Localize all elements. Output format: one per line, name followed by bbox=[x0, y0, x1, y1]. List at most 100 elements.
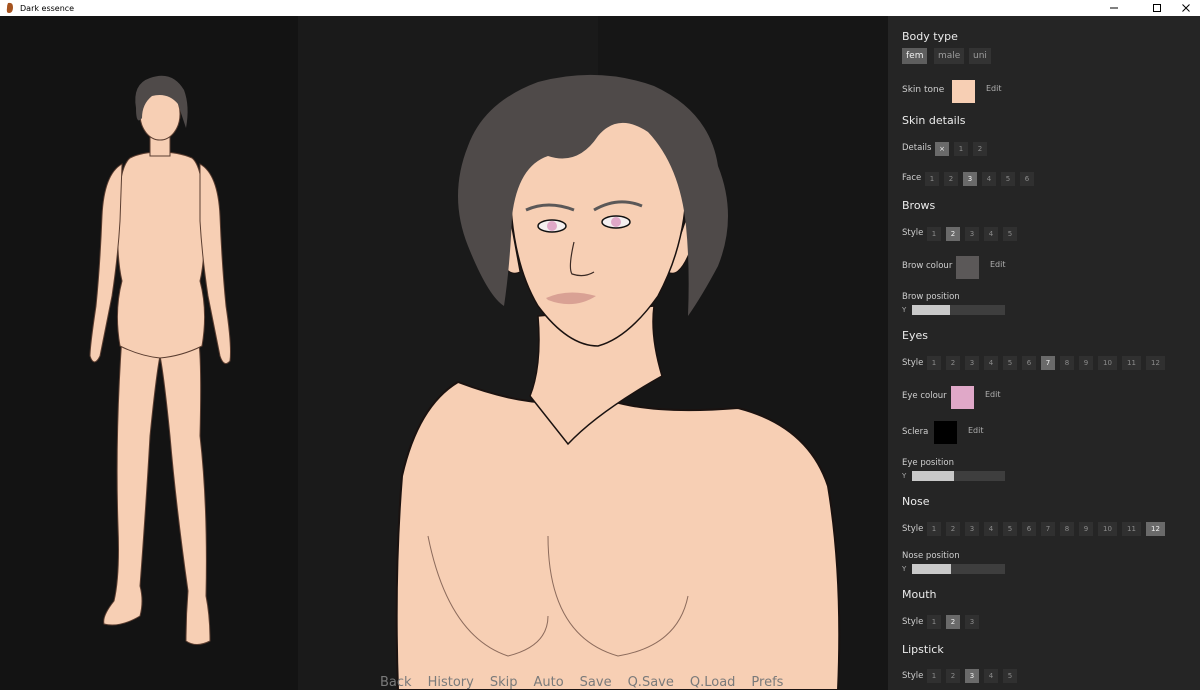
maximize-button[interactable] bbox=[1143, 0, 1171, 16]
skin-tone-swatch[interactable] bbox=[952, 80, 975, 103]
nose-style-option-8[interactable]: 8 bbox=[1060, 522, 1074, 536]
skin-tone-label: Skin tone bbox=[902, 85, 945, 95]
details-option-3[interactable]: 2 bbox=[973, 142, 987, 156]
brow-colour-label: Brow colour bbox=[902, 261, 953, 271]
lipstick-style-option-3[interactable]: 3 bbox=[965, 669, 979, 683]
sclera-swatch[interactable] bbox=[934, 421, 957, 444]
quick-menu-qload[interactable]: Q.Load bbox=[690, 676, 736, 690]
eye-position-slider[interactable] bbox=[912, 471, 1005, 481]
eyes-style-option-9[interactable]: 9 bbox=[1079, 356, 1093, 370]
lipstick-style-option-2[interactable]: 2 bbox=[946, 669, 960, 683]
eye-position-label: Eye position bbox=[902, 458, 955, 468]
face-option-5[interactable]: 5 bbox=[1001, 172, 1015, 186]
face-option-2[interactable]: 2 bbox=[944, 172, 958, 186]
game-screen: Back History Skip Auto Save Q.Save Q.Loa… bbox=[0, 16, 1200, 690]
face-option-6[interactable]: 6 bbox=[1020, 172, 1034, 186]
brow-colour-edit-button[interactable]: Edit bbox=[990, 260, 1006, 269]
brow-position-slider[interactable] bbox=[912, 305, 1005, 315]
eyes-style-option-8[interactable]: 8 bbox=[1060, 356, 1074, 370]
skin-details-heading: Skin details bbox=[902, 114, 966, 127]
mouth-style-option-1[interactable]: 1 bbox=[927, 615, 941, 629]
quick-menu-back[interactable]: Back bbox=[380, 676, 412, 690]
details-label: Details bbox=[902, 143, 932, 153]
nose-style-option-11[interactable]: 11 bbox=[1122, 522, 1141, 536]
details-option-2[interactable]: 1 bbox=[954, 142, 968, 156]
brow-position-axis: Y bbox=[902, 306, 907, 314]
quick-menu-history[interactable]: History bbox=[428, 676, 474, 690]
body-type-male[interactable]: male bbox=[934, 48, 965, 64]
body-type-fem[interactable]: fem bbox=[902, 48, 928, 64]
lipstick-style-option-4[interactable]: 4 bbox=[984, 669, 998, 683]
face-option-4[interactable]: 4 bbox=[982, 172, 996, 186]
nose-style-option-2[interactable]: 2 bbox=[946, 522, 960, 536]
eyes-style-option-11[interactable]: 11 bbox=[1122, 356, 1141, 370]
closeup-figure bbox=[395, 74, 841, 690]
lipstick-style-option-5[interactable]: 5 bbox=[1003, 669, 1017, 683]
quick-menu-prefs[interactable]: Prefs bbox=[751, 676, 783, 690]
brow-position-slider-fill bbox=[912, 305, 951, 315]
eyes-style-option-12[interactable]: 12 bbox=[1146, 356, 1165, 370]
skin-tone-edit-button[interactable]: Edit bbox=[986, 84, 1002, 93]
nose-style-option-12[interactable]: 12 bbox=[1146, 522, 1165, 536]
eyes-style-option-5[interactable]: 5 bbox=[1003, 356, 1017, 370]
eyes-style-option-10[interactable]: 10 bbox=[1098, 356, 1117, 370]
face-option-1[interactable]: 1 bbox=[925, 172, 939, 186]
brows-style-option-4[interactable]: 4 bbox=[984, 227, 998, 241]
brows-style-option-3[interactable]: 3 bbox=[965, 227, 979, 241]
eyes-style-option-7[interactable]: 7 bbox=[1041, 356, 1055, 370]
eyes-style-option-6[interactable]: 6 bbox=[1022, 356, 1036, 370]
sclera-label: Sclera bbox=[902, 427, 929, 437]
eyes-style-option-3[interactable]: 3 bbox=[965, 356, 979, 370]
brow-position-label: Brow position bbox=[902, 292, 960, 302]
nose-style-option-1[interactable]: 1 bbox=[927, 522, 941, 536]
quick-menu-save[interactable]: Save bbox=[580, 676, 612, 690]
face-option-3[interactable]: 3 bbox=[963, 172, 977, 186]
quick-menu-skip[interactable]: Skip bbox=[490, 676, 518, 690]
nose-position-slider-fill bbox=[912, 564, 952, 574]
eyes-style-label: Style bbox=[902, 358, 924, 368]
eye-colour-label: Eye colour bbox=[902, 391, 947, 401]
quick-menu: Back History Skip Auto Save Q.Save Q.Loa… bbox=[380, 676, 799, 690]
nose-style-option-6[interactable]: 6 bbox=[1022, 522, 1036, 536]
brows-style-option-1[interactable]: 1 bbox=[927, 227, 941, 241]
minimize-icon bbox=[1110, 7, 1118, 9]
customization-sidebar[interactable]: Body type fem male uni Skin tone Edit Sk… bbox=[888, 16, 1200, 690]
eye-colour-swatch[interactable] bbox=[951, 386, 974, 409]
nose-position-label: Nose position bbox=[902, 551, 960, 561]
close-icon bbox=[1182, 4, 1190, 12]
nose-style-label: Style bbox=[902, 524, 924, 534]
brow-colour-swatch[interactable] bbox=[956, 256, 979, 279]
body-type-heading: Body type bbox=[902, 30, 958, 43]
nose-style-option-3[interactable]: 3 bbox=[965, 522, 979, 536]
lipstick-style-option-1[interactable]: 1 bbox=[927, 669, 941, 683]
mouth-style-option-3[interactable]: 3 bbox=[965, 615, 979, 629]
body-type-uni[interactable]: uni bbox=[969, 48, 991, 64]
app-icon bbox=[6, 2, 13, 14]
eyes-style-option-4[interactable]: 4 bbox=[984, 356, 998, 370]
quick-menu-auto[interactable]: Auto bbox=[533, 676, 563, 690]
sclera-edit-button[interactable]: Edit bbox=[968, 426, 984, 435]
lipstick-style-label: Style bbox=[902, 671, 924, 681]
eyes-style-option-2[interactable]: 2 bbox=[946, 356, 960, 370]
brows-style-option-2[interactable]: 2 bbox=[946, 227, 960, 241]
brows-style-option-5[interactable]: 5 bbox=[1003, 227, 1017, 241]
fullbody-figure bbox=[89, 75, 231, 645]
nose-style-option-9[interactable]: 9 bbox=[1079, 522, 1093, 536]
brows-style-label: Style bbox=[902, 228, 924, 238]
nose-style-option-7[interactable]: 7 bbox=[1041, 522, 1055, 536]
character-closeup-preview bbox=[395, 74, 841, 690]
minimize-button[interactable] bbox=[1100, 0, 1128, 16]
mouth-style-option-2[interactable]: 2 bbox=[946, 615, 960, 629]
brows-heading: Brows bbox=[902, 199, 936, 212]
quick-menu-qsave[interactable]: Q.Save bbox=[628, 676, 674, 690]
nose-style-option-10[interactable]: 10 bbox=[1098, 522, 1117, 536]
nose-style-option-5[interactable]: 5 bbox=[1003, 522, 1017, 536]
nose-position-slider[interactable] bbox=[912, 564, 1005, 574]
eye-colour-edit-button[interactable]: Edit bbox=[985, 390, 1001, 399]
details-option-1[interactable]: × bbox=[935, 142, 949, 156]
nose-style-option-4[interactable]: 4 bbox=[984, 522, 998, 536]
mouth-heading: Mouth bbox=[902, 588, 937, 601]
close-button[interactable] bbox=[1172, 0, 1200, 16]
mouth-style-label: Style bbox=[902, 617, 924, 627]
eyes-style-option-1[interactable]: 1 bbox=[927, 356, 941, 370]
